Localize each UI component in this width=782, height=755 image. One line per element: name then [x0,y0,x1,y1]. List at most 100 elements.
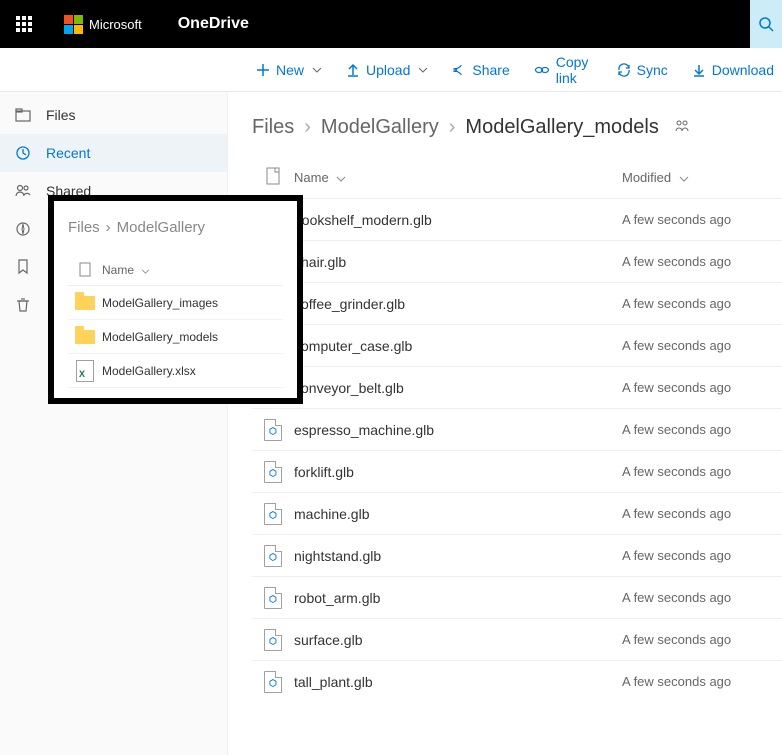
people-icon [14,182,32,200]
file-row[interactable]: ⬡machine.glbA few seconds ago [252,492,782,534]
file-row[interactable]: ⬡bookshelf_modern.glbA few seconds ago [252,198,782,240]
inset-breadcrumb: Files › ModelGallery [68,219,283,236]
file-modified: A few seconds ago [622,674,782,689]
breadcrumb-current: ModelGallery [117,219,205,236]
app-launcher[interactable] [8,8,40,40]
column-headers: Name Modified [252,167,782,198]
file-name[interactable]: machine.glb [294,506,622,522]
file-name[interactable]: computer_case.glb [294,338,622,354]
sidebar-item-label: Files [46,107,76,123]
file-name[interactable]: surface.glb [294,632,622,648]
sync-button[interactable]: Sync [609,56,676,84]
column-header-type[interactable] [252,167,294,188]
file-modified: A few seconds ago [622,632,782,647]
file-name[interactable]: nightstand.glb [294,548,622,564]
file-type-icon [266,173,280,188]
file-type-icon [79,262,91,277]
file-modified: A few seconds ago [622,590,782,605]
chevron-right-icon: › [106,219,111,236]
file-name[interactable]: bookshelf_modern.glb [294,212,622,228]
microsoft-logo: Microsoft [64,15,142,34]
file-row[interactable]: ⬡tall_plant.glbA few seconds ago [252,660,782,702]
sync-label: Sync [637,62,668,78]
inset-preview: Files › ModelGallery Name ModelGallery_i… [48,195,303,404]
inset-file-list: ModelGallery_images ModelGallery_models Mo… [68,286,283,388]
search-icon [758,16,774,32]
column-header-name[interactable]: Name [294,170,622,185]
file-icon: ⬡ [252,629,294,651]
file-icon: ⬡ [252,503,294,525]
file-name[interactable]: forklift.glb [294,464,622,480]
file-row[interactable]: ⬡coffee_grinder.glbA few seconds ago [252,282,782,324]
list-item[interactable]: ModelGallery_models [68,320,283,354]
sidebar-item-label: Recent [46,145,90,161]
upload-button[interactable]: Upload [338,56,436,84]
breadcrumb-root[interactable]: Files [68,219,100,236]
breadcrumb: Files › ModelGallery › ModelGallery_mode… [252,116,782,139]
sidebar-item-recent[interactable]: Recent [0,134,227,172]
link-icon [534,63,550,77]
copy-link-button[interactable]: Copy link [526,48,601,92]
recycle-bin-icon [14,296,32,314]
breadcrumb-segment[interactable]: ModelGallery [321,116,439,139]
suite-header: Microsoft OneDrive [0,0,782,48]
file-icon: ⬡ [252,587,294,609]
file-modified: A few seconds ago [622,464,782,479]
share-button[interactable]: Share [444,56,517,84]
file-row[interactable]: ⬡chair.glbA few seconds ago [252,240,782,282]
app-name[interactable]: OneDrive [178,15,249,33]
file-modified: A few seconds ago [622,380,782,395]
folder-icon [75,296,95,310]
download-button[interactable]: Download [684,56,782,84]
chevron-down-icon [312,67,322,73]
command-bar: New Upload Share Copy link Sync Download [0,48,782,92]
sidebar: Files Recent Shared [0,92,228,755]
microsoft-label: Microsoft [89,17,142,32]
breadcrumb-root[interactable]: Files [252,116,294,139]
file-row[interactable]: ⬡computer_case.glbA few seconds ago [252,324,782,366]
file-name[interactable]: tall_plant.glb [294,674,622,690]
file-modified: A few seconds ago [622,506,782,521]
chevron-down-icon [679,176,689,182]
share-icon [452,63,466,77]
file-row[interactable]: ⬡nightstand.glbA few seconds ago [252,534,782,576]
file-row[interactable]: ⬡forklift.glbA few seconds ago [252,450,782,492]
file-row[interactable]: ⬡surface.glbA few seconds ago [252,618,782,660]
sidebar-item-files[interactable]: Files [0,96,227,134]
sync-icon [617,63,631,77]
file-row[interactable]: ⬡conveyor_belt.glbA few seconds ago [252,366,782,408]
download-icon [692,63,706,77]
column-header-name[interactable]: Name [102,263,150,277]
upload-label: Upload [366,62,410,78]
shared-indicator-icon[interactable] [675,116,689,139]
item-name: ModelGallery_models [102,330,218,344]
share-label: Share [472,62,509,78]
list-item[interactable]: ModelGallery_images [68,286,283,320]
waffle-icon [16,16,32,32]
file-name[interactable]: espresso_machine.glb [294,422,622,438]
file-row[interactable]: ⬡espresso_machine.glbA few seconds ago [252,408,782,450]
ms-logo-icon [64,15,83,34]
list-item[interactable]: ModelGallery.xlsx [68,354,283,388]
folder-icon [14,106,32,124]
item-name: ModelGallery.xlsx [102,364,196,378]
column-header-modified[interactable]: Modified [622,170,782,185]
file-icon: ⬡ [252,461,294,483]
inset-column-headers: Name [68,254,283,286]
file-modified: A few seconds ago [622,212,782,227]
plus-icon [256,63,270,77]
file-name[interactable]: robot_arm.glb [294,590,622,606]
breadcrumb-current: ModelGallery_models [465,116,658,139]
file-name[interactable]: coffee_grinder.glb [294,296,622,312]
file-list: ⬡bookshelf_modern.glbA few seconds ago⬡c… [252,198,782,702]
new-button[interactable]: New [248,56,330,84]
new-label: New [276,62,304,78]
column-header-type[interactable] [68,262,102,277]
search-button[interactable] [750,0,782,48]
chevron-down-icon [418,67,428,73]
file-name[interactable]: chair.glb [294,254,622,270]
file-modified: A few seconds ago [622,548,782,563]
file-row[interactable]: ⬡robot_arm.glbA few seconds ago [252,576,782,618]
file-name[interactable]: conveyor_belt.glb [294,380,622,396]
clock-icon [14,144,32,162]
